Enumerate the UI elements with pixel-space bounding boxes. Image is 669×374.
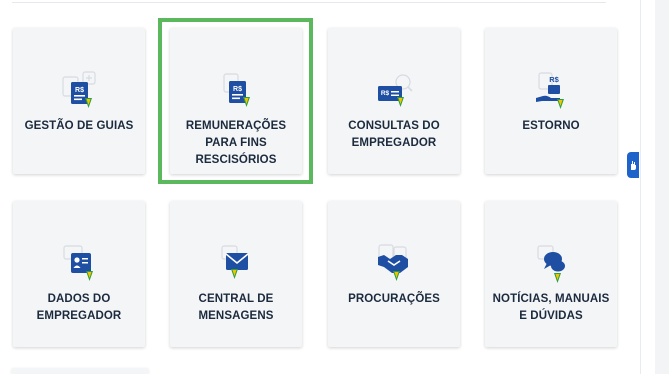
top-divider <box>12 2 606 3</box>
card-estorno[interactable]: R$ ESTORNO <box>485 28 617 174</box>
card-procuracoes[interactable]: PROCURAÇÕES <box>328 201 460 347</box>
id-card-icon <box>63 245 93 281</box>
card-label: ESTORNO <box>522 120 580 132</box>
hand-money-icon: R$ <box>536 72 564 109</box>
currency-text: R$ <box>233 86 242 93</box>
card-label: CONSULTAS DO EMPREGADOR <box>348 120 440 149</box>
envelope-icon <box>221 245 249 279</box>
card-label: GESTÃO DE GUIAS <box>24 120 134 132</box>
currency-text: R$ <box>381 90 390 97</box>
hand-icon <box>631 161 636 170</box>
card-gestao-de-guias[interactable]: R$ GESTÃO DE GUIAS <box>13 28 145 174</box>
handshake-icon <box>378 244 408 281</box>
content-right-border <box>640 0 641 374</box>
card-dados-do-empregador[interactable]: DADOS DO EMPREGADOR <box>13 201 145 347</box>
chat-bubbles-icon <box>537 245 565 283</box>
currency-text: R$ <box>75 87 84 94</box>
accessibility-tab[interactable] <box>627 152 639 178</box>
money-search-icon: R$ <box>378 74 413 107</box>
card-central-de-mensagens[interactable]: CENTRAL DE MENSAGENS <box>170 201 302 347</box>
currency-text: R$ <box>549 75 559 84</box>
document-money-icon: R$ <box>223 73 250 107</box>
card-noticias-manuais-duvidas[interactable]: NOTÍCIAS, MANUAIS E DÚVIDAS <box>485 201 617 347</box>
card-remuneracoes[interactable]: R$ REMUNERAÇÕES PARA FINS RESCISÓRIOS <box>170 28 302 174</box>
card-label: DADOS DO EMPREGADOR <box>36 293 122 322</box>
card-label: NOTÍCIAS, MANUAIS E DÚVIDAS <box>492 293 610 322</box>
card-label: REMUNERAÇÕES PARA FINS RESCISÓRIOS <box>185 120 287 166</box>
document-money-icon: R$ <box>62 71 96 108</box>
card-label: PROCURAÇÕES <box>348 293 440 305</box>
card-label: CENTRAL DE MENSAGENS <box>198 293 274 322</box>
scrollbar-track[interactable] <box>655 0 669 374</box>
card-consultas-do-empregador[interactable]: R$ CONSULTAS DO EMPREGADOR <box>328 28 460 174</box>
next-row-card[interactable] <box>12 368 148 374</box>
